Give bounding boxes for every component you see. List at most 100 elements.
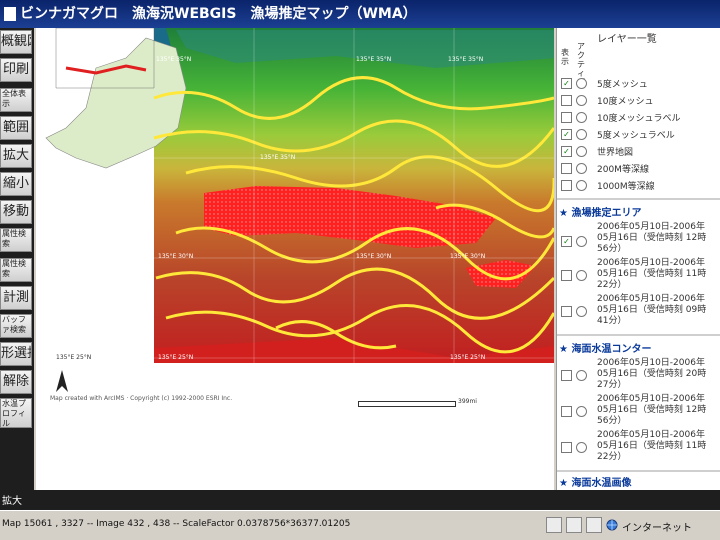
measure-button[interactable]: 計測 bbox=[0, 286, 32, 310]
star-icon: ★ bbox=[559, 478, 568, 489]
layer-active-radio[interactable] bbox=[576, 180, 587, 191]
layer-panel: レイヤー一覧 表示 アクティブ ✓ 5度メッシュ 10度メッシュ 10度メッシュ… bbox=[556, 28, 720, 490]
layer-row: 10度メッシュ bbox=[561, 93, 711, 109]
layer-visible-checkbox[interactable]: ✓ bbox=[561, 78, 572, 89]
section-fishing-area[interactable]: ★ 漁場推定エリア bbox=[559, 204, 719, 220]
layer-row: 2006年05月10日-2006年05月16日（受信時刻 09時41分） bbox=[561, 294, 711, 330]
layer-row: ✓ 世界地図 bbox=[561, 144, 711, 160]
map-toolbar: 概観図 印刷 全体表示 範囲 拡大 縮小 移動 属性検索 属性検索 計測 バッフ… bbox=[0, 28, 34, 490]
layer-active-radio[interactable] bbox=[576, 442, 587, 453]
pan-button[interactable]: 移動 bbox=[0, 200, 32, 224]
layer-active-radio[interactable] bbox=[576, 146, 587, 157]
layer-label: 5度メッシュ bbox=[597, 80, 648, 90]
layer-active-radio[interactable] bbox=[576, 163, 587, 174]
layer-visible-checkbox[interactable] bbox=[561, 306, 572, 317]
layer-row: ✓ 2006年05月10日-2006年05月16日（受信時刻 12時56分） bbox=[561, 222, 711, 262]
clear-button[interactable]: 解除 bbox=[0, 370, 32, 394]
coord-label: 135°E 35°N bbox=[356, 56, 392, 63]
security-zone-label: インターネット bbox=[622, 523, 692, 534]
sea-surface-map[interactable] bbox=[36, 28, 554, 408]
full-extent-button[interactable]: 全体表示 bbox=[0, 88, 32, 112]
print-button[interactable]: 印刷 bbox=[0, 58, 32, 82]
coord-label: 135°E 30°N bbox=[450, 253, 486, 260]
divider bbox=[557, 198, 720, 200]
current-tool-label: 拡大 bbox=[2, 496, 22, 507]
layer-label: 2006年05月10日-2006年05月16日（受信時刻 09時41分） bbox=[597, 294, 707, 326]
layer-label: 10度メッシュ bbox=[597, 97, 654, 107]
star-icon: ★ bbox=[559, 208, 568, 219]
section-sst-contour[interactable]: ★ 海面水温コンター bbox=[559, 340, 719, 356]
buffer-search-button[interactable]: バッファ検索 bbox=[0, 314, 32, 338]
zoom-in-button[interactable]: 拡大 bbox=[0, 144, 32, 168]
map-copyright: Map created with ArcIMS · Copyright (c) … bbox=[50, 395, 233, 402]
coord-label: 135°E 25°N bbox=[158, 354, 194, 361]
attribute-search-button[interactable]: 属性検索 bbox=[0, 228, 32, 252]
divider bbox=[557, 470, 720, 472]
layer-visible-checkbox[interactable]: ✓ bbox=[561, 236, 572, 247]
layer-active-radio[interactable] bbox=[576, 370, 587, 381]
section-title: 漁場推定エリア bbox=[571, 208, 642, 219]
layer-label: 10度メッシュラベル bbox=[597, 114, 681, 124]
extent-button[interactable]: 範囲 bbox=[0, 116, 32, 140]
section-title: 海面水温画像 bbox=[571, 478, 632, 489]
layer-row: 1000M等深線 bbox=[561, 178, 711, 194]
map-view[interactable]: 135°E 35°N 135°E 35°N 135°E 35°N 135°E 3… bbox=[36, 28, 554, 408]
shape-select-button[interactable]: 形選択 bbox=[0, 342, 32, 366]
app-icon bbox=[4, 7, 16, 21]
status-text: Map 15061 , 3327 -- Image 432 , 438 -- S… bbox=[2, 519, 351, 529]
layer-visible-checkbox[interactable] bbox=[561, 112, 572, 123]
layer-visible-checkbox[interactable] bbox=[561, 370, 572, 381]
layer-row: 2006年05月10日-2006年05月16日（受信時刻 12時56分） bbox=[561, 394, 711, 430]
layer-row: 200M等深線 bbox=[561, 161, 711, 177]
layer-label: 2006年05月10日-2006年05月16日（受信時刻 12時56分） bbox=[597, 222, 707, 254]
window-title: ビンナガマグロ 漁海況WEBGIS 漁場推定マップ（WMA） bbox=[20, 6, 417, 22]
layer-active-radio[interactable] bbox=[576, 129, 587, 140]
layer-active-radio[interactable] bbox=[576, 270, 587, 281]
attribute-search-button-2[interactable]: 属性検索 bbox=[0, 258, 32, 282]
layer-visible-checkbox[interactable] bbox=[561, 163, 572, 174]
map-footer-area bbox=[36, 408, 554, 490]
layer-label: 世界地図 bbox=[597, 148, 634, 158]
layer-active-radio[interactable] bbox=[576, 78, 587, 89]
divider bbox=[557, 334, 720, 336]
layer-visible-checkbox[interactable] bbox=[561, 180, 572, 191]
layer-visible-checkbox[interactable] bbox=[561, 406, 572, 417]
layer-label: 5度メッシュラベル bbox=[597, 131, 675, 141]
layer-visible-checkbox[interactable] bbox=[561, 95, 572, 106]
window-titlebar: ビンナガマグロ 漁海況WEBGIS 漁場推定マップ（WMA） bbox=[0, 0, 720, 28]
layer-active-radio[interactable] bbox=[576, 95, 587, 106]
coord-label: 135°E 30°N bbox=[158, 253, 194, 260]
layer-row: ✓ 5度メッシュ bbox=[561, 76, 711, 92]
toolbar-bottom: 拡大 bbox=[0, 490, 720, 510]
layer-active-radio[interactable] bbox=[576, 406, 587, 417]
coord-label: 135°E 25°N bbox=[450, 354, 486, 361]
coord-label: 135°E 30°N bbox=[56, 253, 92, 260]
layer-label: 2006年05月10日-2006年05月16日（受信時刻 12時56分） bbox=[597, 394, 707, 426]
layer-label: 1000M等深線 bbox=[597, 182, 655, 192]
layer-row: 10度メッシュラベル bbox=[561, 110, 711, 126]
overview-button[interactable]: 概観図 bbox=[0, 30, 32, 54]
layer-visible-checkbox[interactable]: ✓ bbox=[561, 129, 572, 140]
layer-active-radio[interactable] bbox=[576, 236, 587, 247]
layer-active-radio[interactable] bbox=[576, 112, 587, 123]
section-title: 海面水温コンター bbox=[571, 344, 652, 355]
globe-icon bbox=[606, 519, 618, 531]
layer-visible-checkbox[interactable]: ✓ bbox=[561, 146, 572, 157]
layer-visible-checkbox[interactable] bbox=[561, 270, 572, 281]
layer-label: 2006年05月10日-2006年05月16日（受信時刻 11時22分） bbox=[597, 430, 707, 462]
layer-label: 2006年05月10日-2006年05月16日（受信時刻 11時22分） bbox=[597, 258, 707, 290]
layer-active-radio[interactable] bbox=[576, 306, 587, 317]
section-sst-image[interactable]: ★ 海面水温画像 bbox=[559, 474, 719, 490]
status-pane bbox=[546, 517, 562, 533]
zoom-out-button[interactable]: 縮小 bbox=[0, 172, 32, 196]
layer-visible-checkbox[interactable] bbox=[561, 442, 572, 453]
col-display-header: 表示 bbox=[561, 48, 569, 66]
layer-row: ✓ 5度メッシュラベル bbox=[561, 127, 711, 143]
coord-label: 135°E 35°N bbox=[156, 56, 192, 63]
layer-label: 2006年05月10日-2006年05月16日（受信時刻 20時27分） bbox=[597, 358, 707, 390]
layer-label: 200M等深線 bbox=[597, 165, 649, 175]
coord-label: 135°E 35°N bbox=[260, 154, 296, 161]
coord-label: 135°E 30°N bbox=[356, 253, 392, 260]
temperature-profile-button[interactable]: 水温プロフィル bbox=[0, 398, 32, 428]
layer-row: 2006年05月10日-2006年05月16日（受信時刻 11時22分） bbox=[561, 258, 711, 294]
